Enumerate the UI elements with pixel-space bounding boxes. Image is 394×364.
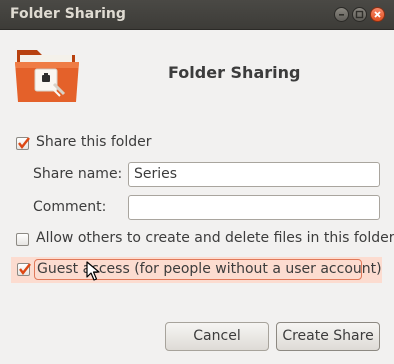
guest-access-checkbox[interactable] — [17, 263, 31, 276]
share-name-label: Share name: — [33, 166, 123, 182]
share-name-input[interactable]: Series — [128, 162, 380, 187]
allow-others-label[interactable]: Allow others to create and delete files … — [36, 230, 394, 246]
close-button[interactable] — [370, 7, 385, 22]
share-folder-label[interactable]: Share this folder — [36, 134, 152, 150]
maximize-button[interactable] — [352, 7, 367, 22]
header-title: Folder Sharing — [168, 63, 301, 82]
checkmark-icon — [18, 137, 30, 149]
shared-folder-icon — [15, 50, 79, 102]
allow-others-checkbox[interactable] — [16, 233, 29, 246]
cancel-button[interactable]: Cancel — [165, 322, 269, 351]
minimize-icon — [339, 14, 344, 16]
window-title: Folder Sharing — [10, 6, 126, 22]
close-icon — [374, 11, 381, 18]
maximize-icon — [355, 10, 364, 19]
comment-label: Comment: — [33, 199, 107, 215]
create-share-button[interactable]: Create Share — [276, 322, 380, 351]
mouse-pointer-icon — [86, 261, 100, 281]
share-folder-checkbox[interactable] — [16, 137, 30, 150]
checkmark-icon — [19, 263, 31, 275]
title-bar[interactable]: Folder Sharing — [0, 0, 394, 30]
minimize-button[interactable] — [334, 7, 349, 22]
comment-input[interactable] — [128, 195, 380, 220]
